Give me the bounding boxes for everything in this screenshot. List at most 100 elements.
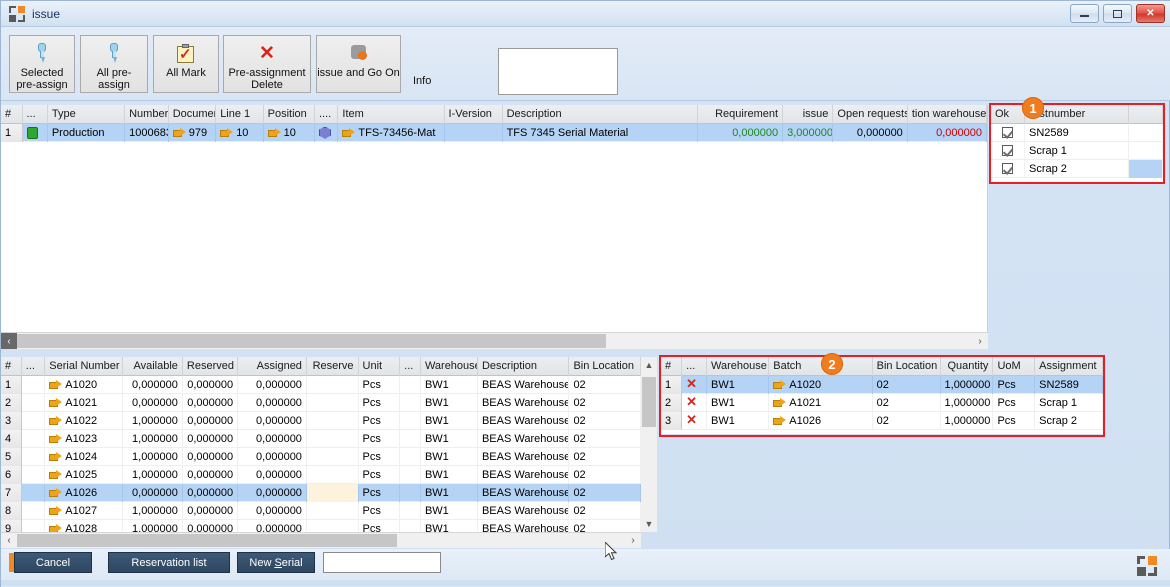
column-header-number[interactable]: Number [125,105,169,124]
column-header-quantity[interactable]: Quantity [941,357,994,376]
all-mark-button[interactable]: ✓ All Mark [153,35,219,93]
column-header-serial-number[interactable]: Serial Number [45,357,123,376]
column-header-i-version[interactable]: I-Version [445,105,503,124]
column-header-blank[interactable] [1129,105,1163,124]
column-header-assignment[interactable]: Assignment [1035,357,1103,376]
ok-checkbox-cell[interactable] [991,142,1025,160]
table-row[interactable]: 2A10210,0000000,0000000,000000PcsBW1BEAS… [1,394,641,412]
column-header-bin-location[interactable]: Bin Location [569,357,641,376]
column-header-[interactable]: ... [22,357,46,376]
column-header-open-requests[interactable]: Open requests [833,105,907,124]
checkbox-checked-icon[interactable] [1002,163,1013,174]
column-header-warehouse[interactable]: Warehouse [707,357,769,376]
red-x-icon[interactable]: ✕ [686,394,697,409]
cell-reserve[interactable] [307,466,359,484]
vscroll-track[interactable] [641,373,657,516]
delete-row-cell[interactable]: ✕ [682,412,707,430]
hscroll-thumb[interactable] [17,334,606,348]
close-button[interactable]: ✕ [1136,4,1165,23]
ok-checkbox-cell[interactable] [991,160,1025,178]
table-row[interactable]: 7A10260,0000000,0000000,000000PcsBW1BEAS… [1,484,641,502]
column-header-available[interactable]: Available [123,357,183,376]
column-header-ok[interactable]: Ok [991,105,1025,124]
minimize-button[interactable] [1070,4,1099,23]
hscroll-track[interactable] [17,333,972,349]
table-row[interactable]: 5A10241,0000000,0000000,000000PcsBW1BEAS… [1,448,641,466]
issue-and-go-on-button[interactable]: issue and Go On [316,35,401,93]
table-row[interactable]: 3A10221,0000000,0000000,000000PcsBW1BEAS… [1,412,641,430]
ok-checkbox-cell[interactable] [991,124,1025,142]
new-serial-button[interactable]: New Serial [237,552,315,573]
column-header-assigned[interactable]: Assigned [238,357,307,376]
column-header-type[interactable]: Type [48,105,125,124]
scroll-right-icon[interactable]: › [972,333,988,349]
delete-row-cell[interactable]: ✕ [682,394,707,412]
column-header-[interactable]: .... [315,105,338,124]
column-header-bin-location[interactable]: Bin Location [873,357,941,376]
reservation-list-button[interactable]: Reservation list [108,552,230,573]
serial-grid-vscrollbar[interactable]: ▲ ▼ [641,357,657,532]
vscroll-thumb[interactable] [642,377,656,427]
table-row[interactable]: 1✕BW1A1020021,000000PcsSN2589 [661,376,1103,394]
column-header-warehouse[interactable]: Warehouse [421,357,478,376]
column-header-position[interactable]: Position [264,105,315,124]
main-requirements-grid[interactable]: #...TypeNumberDocumentLine 1Position....… [1,105,988,332]
selected-pre-assign-button[interactable]: Selected pre-assign [9,35,75,93]
cell-reserve[interactable] [307,502,359,520]
cell-reserve[interactable] [307,376,359,394]
delete-row-cell[interactable]: ✕ [682,376,707,394]
column-header-issue[interactable]: issue [783,105,833,124]
column-header-[interactable]: # [1,105,23,124]
assignment-panel[interactable]: #...WarehouseBatchBin LocationQuantityUo… [661,357,1103,434]
main-grid-hscrollbar[interactable]: ‹ › [1,332,988,349]
cancel-button[interactable]: Cancel [14,552,92,573]
maximize-button[interactable] [1103,4,1132,23]
column-header-description[interactable]: Description [503,105,699,124]
scroll-left-icon[interactable]: ‹ [1,333,17,349]
column-header-[interactable]: # [1,357,22,376]
hscroll-thumb[interactable] [17,534,397,547]
cell-reserve[interactable] [307,412,359,430]
table-row[interactable]: 8A10271,0000000,0000000,000000PcsBW1BEAS… [1,502,641,520]
column-header-tion-warehouse-r[interactable]: tion warehouse r [908,105,987,124]
column-header-[interactable]: ... [682,357,707,376]
table-row[interactable]: 1A10200,0000000,0000000,000000PcsBW1BEAS… [1,376,641,394]
column-header-description[interactable]: Description [478,357,569,376]
distnumber-panel[interactable]: OkDistnumber SN2589Scrap 1Scrap 2 [991,105,1165,182]
column-header-item[interactable]: Item [338,105,444,124]
scroll-right-icon[interactable]: › [625,533,641,548]
table-row[interactable]: 3✕BW1A1026021,000000PcsScrap 2 [661,412,1103,430]
table-row[interactable]: Scrap 1 [991,142,1165,160]
table-row[interactable]: SN2589 [991,124,1165,142]
cell-reserve[interactable] [307,484,359,502]
column-header-document[interactable]: Document [169,105,216,124]
all-pre-assign-button[interactable]: All pre-assign [80,35,148,93]
column-header-unit[interactable]: Unit [359,357,401,376]
checkbox-checked-icon[interactable] [1002,127,1013,138]
scroll-down-icon[interactable]: ▼ [641,516,657,532]
table-row[interactable]: Scrap 2 [991,160,1165,178]
column-header-[interactable]: ... [23,105,48,124]
column-header-line-1[interactable]: Line 1 [216,105,263,124]
column-header-reserve[interactable]: Reserve [307,357,359,376]
cell-reserve[interactable] [307,430,359,448]
table-row[interactable]: 4A10231,0000000,0000000,000000PcsBW1BEAS… [1,430,641,448]
table-row[interactable]: 6A10251,0000000,0000000,000000PcsBW1BEAS… [1,466,641,484]
column-header-[interactable]: ... [400,357,421,376]
serial-grid-hscrollbar[interactable]: ‹ › [1,532,641,548]
scroll-left-icon[interactable]: ‹ [1,533,17,548]
cell-reserve[interactable] [307,448,359,466]
table-row[interactable]: 2✕BW1A1021021,000000PcsScrap 1 [661,394,1103,412]
pre-assignment-delete-button[interactable]: ✕ Pre-assignment Delete [223,35,311,93]
checkbox-checked-icon[interactable] [1002,145,1013,156]
column-header-requirement[interactable]: Requirement [698,105,783,124]
serial-number-grid[interactable]: #...Serial NumberAvailableReservedAssign… [1,357,641,532]
scroll-up-icon[interactable]: ▲ [641,357,657,373]
table-row[interactable]: 1Production10006839791010TFS-73456-MatTF… [1,124,987,142]
hscroll-track[interactable] [17,533,625,548]
serial-entry-input[interactable] [323,552,441,573]
column-header-uom[interactable]: UoM [993,357,1035,376]
cell-reserve[interactable] [307,394,359,412]
column-header-reserved[interactable]: Reserved [183,357,238,376]
red-x-icon[interactable]: ✕ [686,376,697,391]
